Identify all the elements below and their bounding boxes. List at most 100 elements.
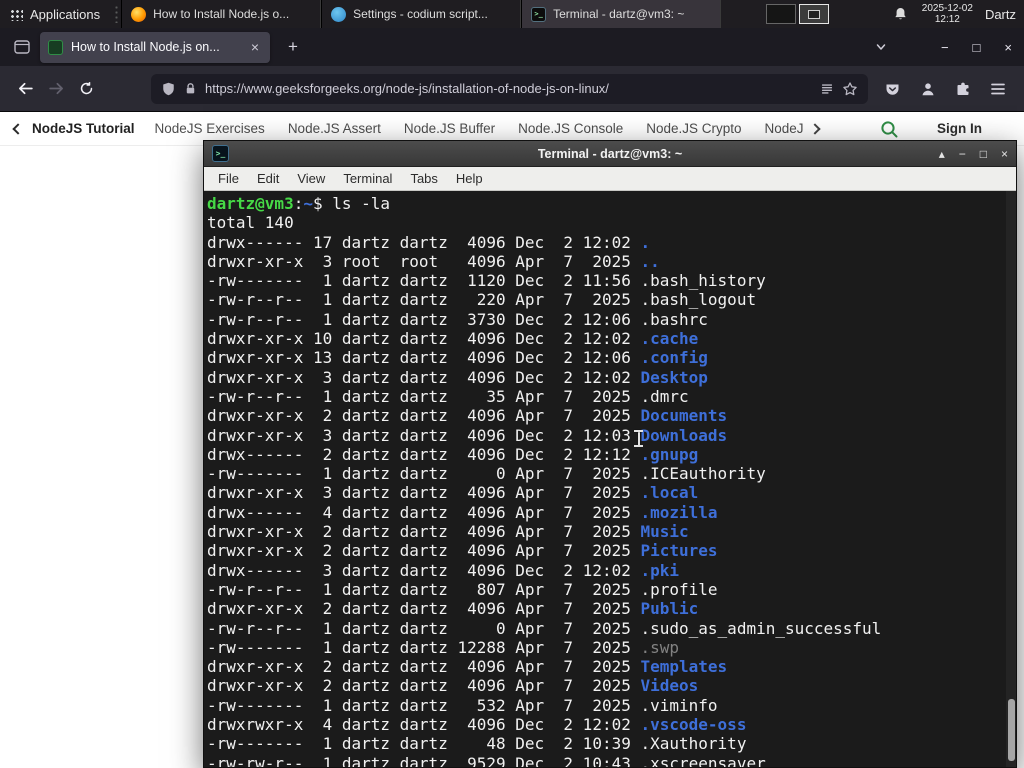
menu-help[interactable]: Help bbox=[447, 171, 492, 186]
menu-terminal[interactable]: Terminal bbox=[334, 171, 401, 186]
account-icon[interactable] bbox=[920, 81, 936, 97]
ls-entry: drwxr-xr-x 2 dartz dartz 4096 Apr 7 2025… bbox=[207, 406, 728, 426]
browser-tab[interactable]: How to Install Node.js on... × bbox=[40, 31, 270, 63]
ls-entry: -rw-r--r-- 1 dartz dartz 220 Apr 7 2025 … bbox=[207, 290, 757, 310]
ls-entry: -rw-r--r-- 1 dartz dartz 35 Apr 7 2025 .… bbox=[207, 386, 689, 406]
ls-entry: drwxr-xr-x 2 dartz dartz 4096 Apr 7 2025… bbox=[207, 522, 689, 542]
ls-entry: -rw------- 1 dartz dartz 12288 Apr 7 202… bbox=[207, 637, 680, 657]
menu-view[interactable]: View bbox=[288, 171, 334, 186]
tab-title: How to Install Node.js on... bbox=[71, 40, 220, 54]
terminal-window-icon: >_ bbox=[212, 145, 229, 162]
menu-tabs[interactable]: Tabs bbox=[401, 171, 446, 186]
nav-scroll-left-icon[interactable] bbox=[12, 122, 24, 135]
terminal-menubar: File Edit View Terminal Tabs Help bbox=[204, 167, 1016, 191]
pocket-icon[interactable] bbox=[884, 81, 901, 97]
clock[interactable]: 2025-12-02 12:12 bbox=[922, 3, 973, 25]
tracking-shield-icon[interactable] bbox=[161, 81, 176, 97]
sitenav-link-4[interactable]: Node.JS Console bbox=[518, 121, 623, 136]
ls-entry: drwxr-xr-x 2 dartz dartz 4096 Apr 7 2025… bbox=[207, 599, 699, 619]
navigation-toolbar: https://www.geeksforgeeks.org/node-js/in… bbox=[0, 66, 1024, 112]
tab-bar: How to Install Node.js on... × + − □ × bbox=[0, 28, 1024, 66]
hamburger-menu-icon[interactable] bbox=[990, 82, 1006, 96]
clock-date: 2025-12-02 bbox=[921, 3, 973, 14]
notification-bell-icon[interactable] bbox=[893, 6, 908, 22]
ls-entry: drwxr-xr-x 3 dartz dartz 4096 Dec 2 12:0… bbox=[207, 425, 728, 445]
terminal-window: >_ Terminal - dartz@vm3: ~ ▴ − □ × File E… bbox=[203, 140, 1017, 768]
terminal-scrollbar-thumb[interactable] bbox=[1007, 699, 1015, 761]
sitenav-link-6[interactable]: NodeJS DNS bbox=[765, 121, 803, 136]
terminal-titlebar[interactable]: >_ Terminal - dartz@vm3: ~ ▴ − □ × bbox=[204, 141, 1016, 167]
sitenav-link-5[interactable]: Node.JS Crypto bbox=[646, 121, 741, 136]
url-bar[interactable]: https://www.geeksforgeeks.org/node-js/in… bbox=[151, 73, 868, 104]
terminal-title: Terminal - dartz@vm3: ~ bbox=[537, 146, 683, 161]
ls-entry: drwxr-xr-x 3 root root 4096 Apr 7 2025 .… bbox=[207, 251, 660, 271]
ls-entry: -rw-r--r-- 1 dartz dartz 0 Apr 7 2025 .s… bbox=[207, 618, 882, 638]
ls-entry: drwxr-xr-x 3 dartz dartz 4096 Apr 7 2025… bbox=[207, 483, 699, 503]
browser-minimize-button[interactable]: − bbox=[941, 40, 949, 55]
applications-menu-button[interactable]: Applications bbox=[0, 0, 112, 28]
sign-in-button[interactable]: Sign In bbox=[937, 121, 982, 136]
forward-button[interactable] bbox=[48, 80, 65, 97]
menu-edit[interactable]: Edit bbox=[248, 171, 288, 186]
extensions-puzzle-icon[interactable] bbox=[955, 81, 971, 97]
reload-button[interactable] bbox=[79, 81, 94, 96]
browser-maximize-button[interactable]: □ bbox=[973, 40, 981, 55]
ls-entry: drwx------ 17 dartz dartz 4096 Dec 2 12:… bbox=[207, 232, 651, 252]
ls-entry: drwx------ 4 dartz dartz 4096 Apr 7 2025… bbox=[207, 502, 718, 522]
ls-entry: -rw------- 1 dartz dartz 532 Apr 7 2025 … bbox=[207, 695, 718, 715]
task-title: Settings - codium script... bbox=[353, 7, 488, 21]
terminal-scrollbar[interactable] bbox=[1006, 191, 1016, 767]
taskbar: How to Install Node.js o... Settings - co… bbox=[121, 0, 722, 28]
clock-time: 12:12 bbox=[934, 14, 960, 25]
terminal-maximize-button[interactable]: □ bbox=[980, 147, 987, 161]
url-text[interactable]: https://www.geeksforgeeks.org/node-js/in… bbox=[205, 81, 812, 96]
terminal-lines: dartz@vm3:~$ ls -la total 140 drwx------ 1… bbox=[207, 194, 1016, 767]
ls-entry: drwxrwxr-x 4 dartz dartz 4096 Dec 2 12:0… bbox=[207, 715, 747, 735]
terminal-close-button[interactable]: × bbox=[1001, 147, 1008, 161]
site-favicon bbox=[48, 39, 63, 55]
sitenav-link-3[interactable]: Node.JS Buffer bbox=[404, 121, 495, 136]
total-line: total 140 bbox=[207, 213, 294, 233]
terminal-icon: >_ bbox=[531, 6, 547, 22]
browser-close-button[interactable]: × bbox=[1004, 40, 1012, 55]
sitenav-active-link[interactable]: NodeJS Tutorial bbox=[32, 121, 135, 136]
sitenav-link-1[interactable]: NodeJS Exercises bbox=[155, 121, 265, 136]
sitenav-links: NodeJS Exercises Node.JS Assert Node.JS Bu… bbox=[155, 121, 803, 136]
taskbar-item-terminal[interactable]: >_ Terminal - dartz@vm3: ~ bbox=[521, 0, 722, 28]
tab-close-icon[interactable]: × bbox=[248, 39, 262, 55]
workspace-2[interactable] bbox=[798, 4, 829, 24]
list-all-tabs-button[interactable] bbox=[875, 41, 887, 53]
menu-file[interactable]: File bbox=[209, 171, 248, 186]
workspace-switcher bbox=[765, 4, 829, 24]
site-search-icon[interactable] bbox=[879, 119, 899, 139]
back-button[interactable] bbox=[17, 80, 34, 97]
ls-entry: drwxr-xr-x 13 dartz dartz 4096 Dec 2 12:… bbox=[207, 348, 708, 368]
new-tab-button[interactable]: + bbox=[282, 37, 304, 57]
workspace-1[interactable] bbox=[765, 4, 796, 24]
lock-icon[interactable] bbox=[184, 81, 197, 96]
top-panel: Applications How to Install Node.js o...… bbox=[0, 0, 1024, 28]
nav-scroll-right-icon[interactable] bbox=[808, 122, 821, 135]
ls-entry: -rw------- 1 dartz dartz 1120 Dec 2 11:5… bbox=[207, 271, 766, 291]
ls-entry: drwxr-xr-x 2 dartz dartz 4096 Apr 7 2025… bbox=[207, 541, 718, 561]
prompt-line: dartz@vm3:~$ ls -la bbox=[207, 194, 391, 213]
taskbar-item-firefox[interactable]: How to Install Node.js o... bbox=[121, 0, 322, 28]
ls-entry: -rw-r--r-- 1 dartz dartz 3730 Dec 2 12:0… bbox=[207, 309, 708, 329]
codium-icon bbox=[331, 6, 347, 22]
terminal-minimize-button[interactable]: − bbox=[959, 147, 966, 161]
user-name: Dartz bbox=[984, 6, 1016, 22]
task-title: How to Install Node.js o... bbox=[153, 7, 290, 21]
firefox-view-button[interactable] bbox=[14, 40, 30, 54]
terminal-rollup-button[interactable]: ▴ bbox=[939, 147, 945, 161]
ls-entry: drwxr-xr-x 3 dartz dartz 4096 Dec 2 12:0… bbox=[207, 367, 708, 387]
sitenav-link-2[interactable]: Node.JS Assert bbox=[288, 121, 381, 136]
bookmark-star-icon[interactable] bbox=[842, 81, 858, 97]
reader-mode-icon[interactable] bbox=[820, 82, 834, 96]
ls-entry: drwx------ 3 dartz dartz 4096 Dec 2 12:0… bbox=[207, 560, 680, 580]
ls-entry: -rw------- 1 dartz dartz 0 Apr 7 2025 .I… bbox=[207, 464, 766, 484]
ls-entry: -rw-r--r-- 1 dartz dartz 807 Apr 7 2025 … bbox=[207, 579, 718, 599]
applications-label: Applications bbox=[30, 6, 101, 22]
terminal-output[interactable]: dartz@vm3:~$ ls -la total 140 drwx------ 1… bbox=[204, 191, 1016, 767]
toolbar-right-icons bbox=[884, 81, 1006, 97]
taskbar-item-codium[interactable]: Settings - codium script... bbox=[321, 0, 522, 28]
